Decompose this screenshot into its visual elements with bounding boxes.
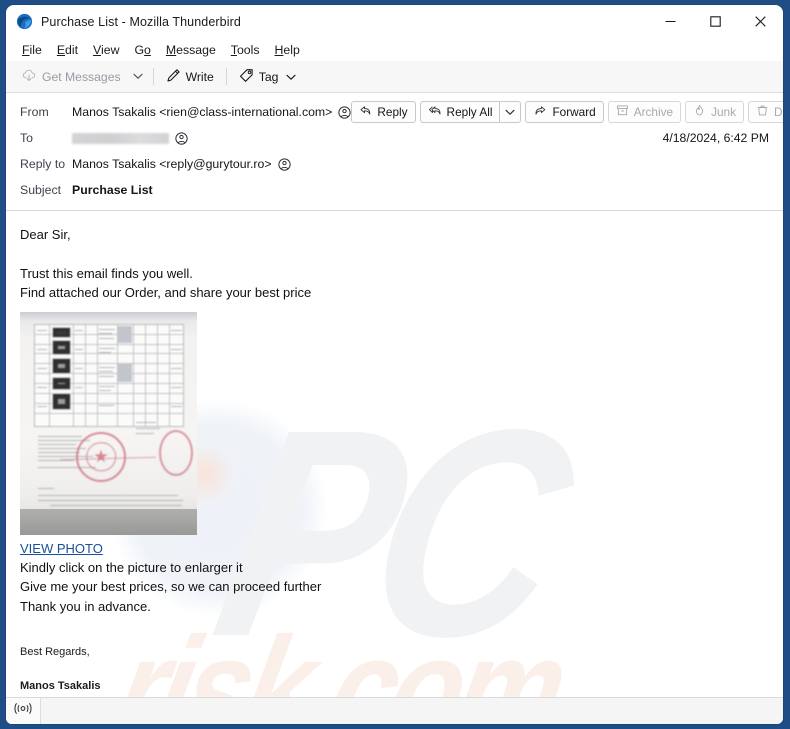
view-photo-link[interactable]: VIEW PHOTO bbox=[20, 539, 103, 558]
window-title: Purchase List - Mozilla Thunderbird bbox=[41, 14, 241, 29]
wireless-connection-icon bbox=[14, 702, 32, 720]
status-bar bbox=[6, 697, 783, 724]
toolbar-separator-1 bbox=[152, 68, 154, 85]
thumbnail-shadow-band bbox=[20, 508, 197, 535]
header-row-from: From Manos Tsakalis <rien@class-internat… bbox=[6, 101, 783, 123]
body-line-5: Thank you in advance. bbox=[20, 598, 151, 614]
message-body: PC risk.com Dear Sir, Trust this email f… bbox=[6, 211, 783, 697]
close-button[interactable] bbox=[738, 5, 783, 38]
tag-icon bbox=[239, 68, 254, 86]
minimize-button[interactable] bbox=[648, 5, 693, 38]
body-line-2: Find attached our Order, and share your … bbox=[20, 285, 312, 300]
get-messages-dropdown[interactable] bbox=[128, 65, 148, 89]
write-label: Write bbox=[185, 69, 214, 84]
to-value-group bbox=[72, 131, 188, 145]
subject-value: Purchase List bbox=[72, 183, 153, 197]
message-body-content: Dear Sir, Trust this email finds you wel… bbox=[20, 225, 783, 697]
reply-all-arrow-icon bbox=[428, 104, 442, 120]
forward-button[interactable]: Forward bbox=[525, 101, 604, 123]
get-messages-label: Get Messages bbox=[42, 69, 121, 84]
title-bar: Purchase List - Mozilla Thunderbird bbox=[6, 5, 783, 38]
reply-to-value-group: Manos Tsakalis <reply@gurytour.ro> bbox=[72, 157, 291, 171]
main-toolbar: Get Messages Write Tag bbox=[6, 61, 783, 93]
from-value[interactable]: Manos Tsakalis <rien@class-international… bbox=[72, 105, 332, 119]
message-date: 4/18/2024, 6:42 PM bbox=[662, 131, 769, 145]
chevron-down-icon bbox=[505, 105, 516, 119]
connection-status-cell[interactable] bbox=[6, 698, 41, 724]
body-line-1: Trust this email finds you well. bbox=[20, 265, 193, 281]
thumbnail-red-oval-stamp-icon bbox=[159, 429, 193, 476]
tag-button[interactable]: Tag bbox=[232, 65, 304, 89]
attachment-image-thumbnail[interactable] bbox=[20, 311, 197, 535]
menu-item-message[interactable]: Message bbox=[159, 42, 224, 58]
message-date-wrap: 4/18/2024, 6:42 PM bbox=[663, 131, 771, 145]
archive-box-icon bbox=[616, 104, 629, 120]
reply-all-label: Reply All bbox=[446, 105, 493, 119]
signature-name: Manos Tsakalis bbox=[20, 680, 101, 692]
reply-all-button[interactable]: Reply All bbox=[419, 101, 500, 123]
thumbnail-content bbox=[20, 312, 197, 535]
header-row-reply-to: Reply to Manos Tsakalis <reply@gurytour.… bbox=[6, 153, 783, 175]
get-messages-button[interactable]: Get Messages bbox=[15, 65, 128, 89]
message-action-buttons: Reply Reply All Forward Archive Junk D bbox=[351, 101, 783, 123]
archive-button[interactable]: Archive bbox=[607, 101, 682, 123]
signature-spacer bbox=[20, 616, 783, 644]
forward-arrow-icon bbox=[533, 104, 547, 120]
body-greeting: Dear Sir, bbox=[20, 227, 71, 242]
header-row-to: To 4/18/2024, 6:42 PM bbox=[6, 127, 783, 149]
junk-flame-icon bbox=[693, 104, 706, 120]
message-header: From Manos Tsakalis <rien@class-internat… bbox=[6, 93, 783, 211]
junk-button[interactable]: Junk bbox=[685, 101, 744, 123]
menu-item-file[interactable]: File bbox=[15, 42, 50, 58]
menu-item-tools[interactable]: Tools bbox=[224, 42, 268, 58]
from-label: From bbox=[20, 105, 49, 119]
maximize-button[interactable] bbox=[693, 5, 738, 38]
reply-arrow-icon bbox=[359, 104, 372, 120]
to-value-redacted bbox=[72, 132, 169, 144]
reply-all-dropdown[interactable] bbox=[499, 101, 522, 123]
signature-closing: Best Regards, bbox=[20, 646, 90, 658]
from-value-group: Manos Tsakalis <rien@class-international… bbox=[72, 105, 352, 119]
thumbnail-order-table bbox=[34, 323, 184, 427]
menu-item-edit[interactable]: Edit bbox=[50, 42, 86, 58]
write-button[interactable]: Write bbox=[159, 65, 221, 89]
tag-label: Tag bbox=[258, 69, 279, 84]
contact-circle-icon[interactable] bbox=[338, 105, 352, 119]
trash-icon bbox=[756, 104, 769, 120]
contact-circle-icon[interactable] bbox=[277, 157, 291, 171]
signature-spacer-2 bbox=[20, 661, 783, 678]
chevron-down-icon bbox=[286, 70, 297, 84]
to-label: To bbox=[20, 131, 33, 145]
delete-label: Delete bbox=[773, 105, 783, 119]
archive-label: Archive bbox=[633, 105, 674, 119]
subject-label: Subject bbox=[20, 183, 62, 197]
menu-bar: File Edit View Go Message Tools Help bbox=[6, 38, 783, 61]
pencil-icon bbox=[166, 68, 181, 86]
menu-item-go[interactable]: Go bbox=[127, 42, 158, 58]
contact-circle-icon[interactable] bbox=[175, 131, 188, 145]
junk-label: Junk bbox=[711, 105, 736, 119]
reply-label: Reply bbox=[377, 105, 408, 119]
menu-item-help[interactable]: Help bbox=[268, 42, 308, 58]
toolbar-separator-2 bbox=[225, 68, 227, 85]
reply-to-label: Reply to bbox=[20, 157, 66, 171]
delete-button[interactable]: Delete bbox=[747, 101, 783, 123]
header-row-subject: Subject Purchase List bbox=[6, 179, 783, 201]
thunderbird-window: Purchase List - Mozilla Thunderbird File… bbox=[6, 5, 783, 724]
forward-label: Forward bbox=[552, 105, 596, 119]
menu-item-view[interactable]: View bbox=[86, 42, 127, 58]
body-line-3: Kindly click on the picture to enlarger … bbox=[20, 559, 243, 575]
status-message-area bbox=[41, 698, 783, 724]
download-cloud-icon bbox=[22, 68, 37, 86]
thunderbird-logo-icon bbox=[16, 13, 33, 30]
reply-button[interactable]: Reply bbox=[351, 101, 416, 123]
reply-to-value[interactable]: Manos Tsakalis <reply@gurytour.ro> bbox=[72, 157, 272, 171]
thumbnail-red-stamp-icon bbox=[76, 431, 126, 482]
body-line-4: Give me your best prices, so we can proc… bbox=[20, 579, 322, 594]
